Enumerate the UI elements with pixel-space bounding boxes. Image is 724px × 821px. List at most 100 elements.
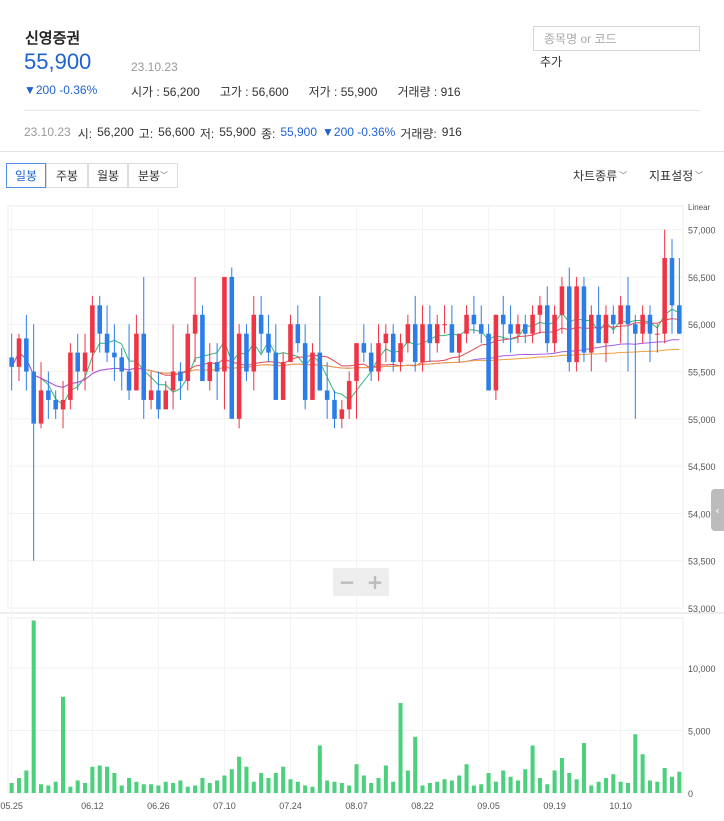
volume-bar — [237, 756, 242, 793]
date-tick-label: 05.25 — [0, 801, 23, 811]
volume-bar — [229, 769, 234, 793]
candle-body — [339, 409, 345, 419]
candle-body — [229, 276, 235, 419]
volume-bar — [339, 783, 344, 793]
candles — [9, 229, 682, 561]
candle-body — [493, 314, 499, 391]
volume-bar — [325, 780, 330, 793]
candle-body — [104, 333, 110, 353]
volume-bar — [200, 778, 205, 793]
volume-bar — [75, 780, 80, 793]
candle-body — [60, 399, 66, 410]
candle-body — [24, 338, 29, 372]
candle-body — [31, 371, 36, 424]
moving-averages — [11, 308, 680, 406]
stock-chart[interactable]: 57,00056,50056,00055,50055,00054,50054,0… — [0, 198, 724, 821]
ohlc-summary: 시가 : 56,200 고가 : 56,600 저가 : 55,900 거래량 … — [131, 83, 461, 100]
chart-type-menu[interactable]: 차트종류 ﹀ — [573, 167, 627, 184]
date-tick-label: 09.05 — [477, 801, 500, 811]
candle-body — [53, 399, 58, 410]
candle-body — [244, 333, 249, 372]
add-stock-link[interactable]: 추가 — [540, 53, 562, 70]
volume-bar — [640, 754, 645, 793]
volume-bar — [647, 780, 653, 793]
chevron-down-icon: ﹀ — [695, 171, 704, 180]
candle-body — [567, 286, 572, 363]
volume-bar — [479, 784, 484, 793]
volume-bar — [46, 785, 51, 793]
candle-body — [464, 314, 469, 334]
candle-body — [471, 314, 477, 325]
volume-bar — [383, 765, 388, 793]
volume-bar — [515, 780, 520, 793]
stock-search-input[interactable] — [533, 26, 700, 51]
candle-body — [559, 286, 565, 315]
period-minute-button[interactable]: 분봉 ﹀ — [128, 163, 178, 188]
volume-bar — [215, 780, 220, 793]
candle-body — [75, 352, 80, 372]
ohlc-high: 고가 : 56,600 — [219, 85, 289, 99]
volume-bar — [303, 785, 308, 793]
detail-date: 23.10.23 — [24, 125, 71, 139]
volume-bar — [596, 781, 601, 793]
candle-body — [236, 333, 242, 419]
volume-bar — [90, 766, 95, 793]
chart-area[interactable]: 57,000 56,500 56,000 55,500 55,000 54,500 54,0… — [0, 198, 724, 821]
volume-bar — [156, 785, 161, 793]
volume-bar — [391, 781, 396, 793]
price-tick-label: 56,000 — [688, 320, 716, 330]
candle-body — [192, 314, 198, 334]
volume-bar — [508, 776, 513, 793]
candle-body — [522, 324, 528, 334]
candle-body — [633, 324, 638, 334]
volume-bar — [295, 781, 300, 793]
volume-bar — [486, 773, 491, 793]
volume-bar — [266, 778, 271, 793]
candle-body — [544, 305, 550, 344]
volume-panel-frame — [7, 617, 684, 794]
volume-bar — [61, 696, 66, 793]
candle-body — [618, 305, 623, 325]
volume-bar — [523, 769, 528, 793]
volume-tick-label: 0 — [688, 789, 693, 799]
volume-bar — [574, 779, 579, 793]
ma5-line — [11, 308, 680, 406]
indicator-settings-menu[interactable]: 지표설정 ﹀ — [649, 167, 703, 184]
current-price: 55,900 — [24, 49, 92, 74]
volume-bar — [552, 770, 557, 793]
volume-bar — [193, 785, 198, 793]
ohlc-volume: 거래량 : 916 — [397, 85, 461, 99]
volume-bar — [369, 783, 374, 793]
zoom-out-button[interactable]: − — [333, 568, 361, 596]
detail-low-label: 저: — [199, 127, 215, 141]
candle-body — [310, 352, 315, 400]
candle-body — [361, 343, 367, 353]
date-tick-label: 07.24 — [279, 801, 302, 811]
period-daily-button[interactable]: 일봉 — [6, 163, 46, 188]
candle-body — [346, 380, 352, 410]
volume-bar — [420, 785, 425, 793]
candle-body — [390, 333, 396, 363]
volume-bar — [471, 785, 476, 793]
volume-bar — [442, 779, 447, 793]
period-weekly-button[interactable]: 주봉 — [46, 163, 88, 188]
zoom-in-button[interactable]: + — [361, 568, 389, 596]
volume-bar — [457, 775, 462, 793]
axis-labels: 57,00056,50056,00055,50055,00054,50054,0… — [0, 203, 715, 811]
volume-bar — [134, 781, 139, 793]
price-change: ▼200 -0.36% — [24, 83, 98, 97]
price-tick-label: 57,000 — [688, 226, 716, 236]
candle-body — [214, 362, 220, 372]
volume-bar — [405, 770, 410, 793]
chevron-down-icon: ﹀ — [619, 171, 628, 180]
volume-bar — [545, 784, 550, 793]
chart-toolbar: 일봉 주봉 월봉 분봉 ﹀ 차트종류 ﹀ 지표설정 ﹀ — [0, 152, 724, 198]
volume-tick-label: 5,000 — [688, 727, 711, 737]
period-monthly-button[interactable]: 월봉 — [88, 163, 128, 188]
volume-bar — [119, 785, 124, 793]
candle-body — [412, 324, 418, 363]
volume-bar — [464, 764, 469, 793]
candle-body — [456, 333, 462, 353]
collapse-panel-handle[interactable]: ‹ — [711, 489, 724, 531]
candle-body — [178, 371, 183, 381]
